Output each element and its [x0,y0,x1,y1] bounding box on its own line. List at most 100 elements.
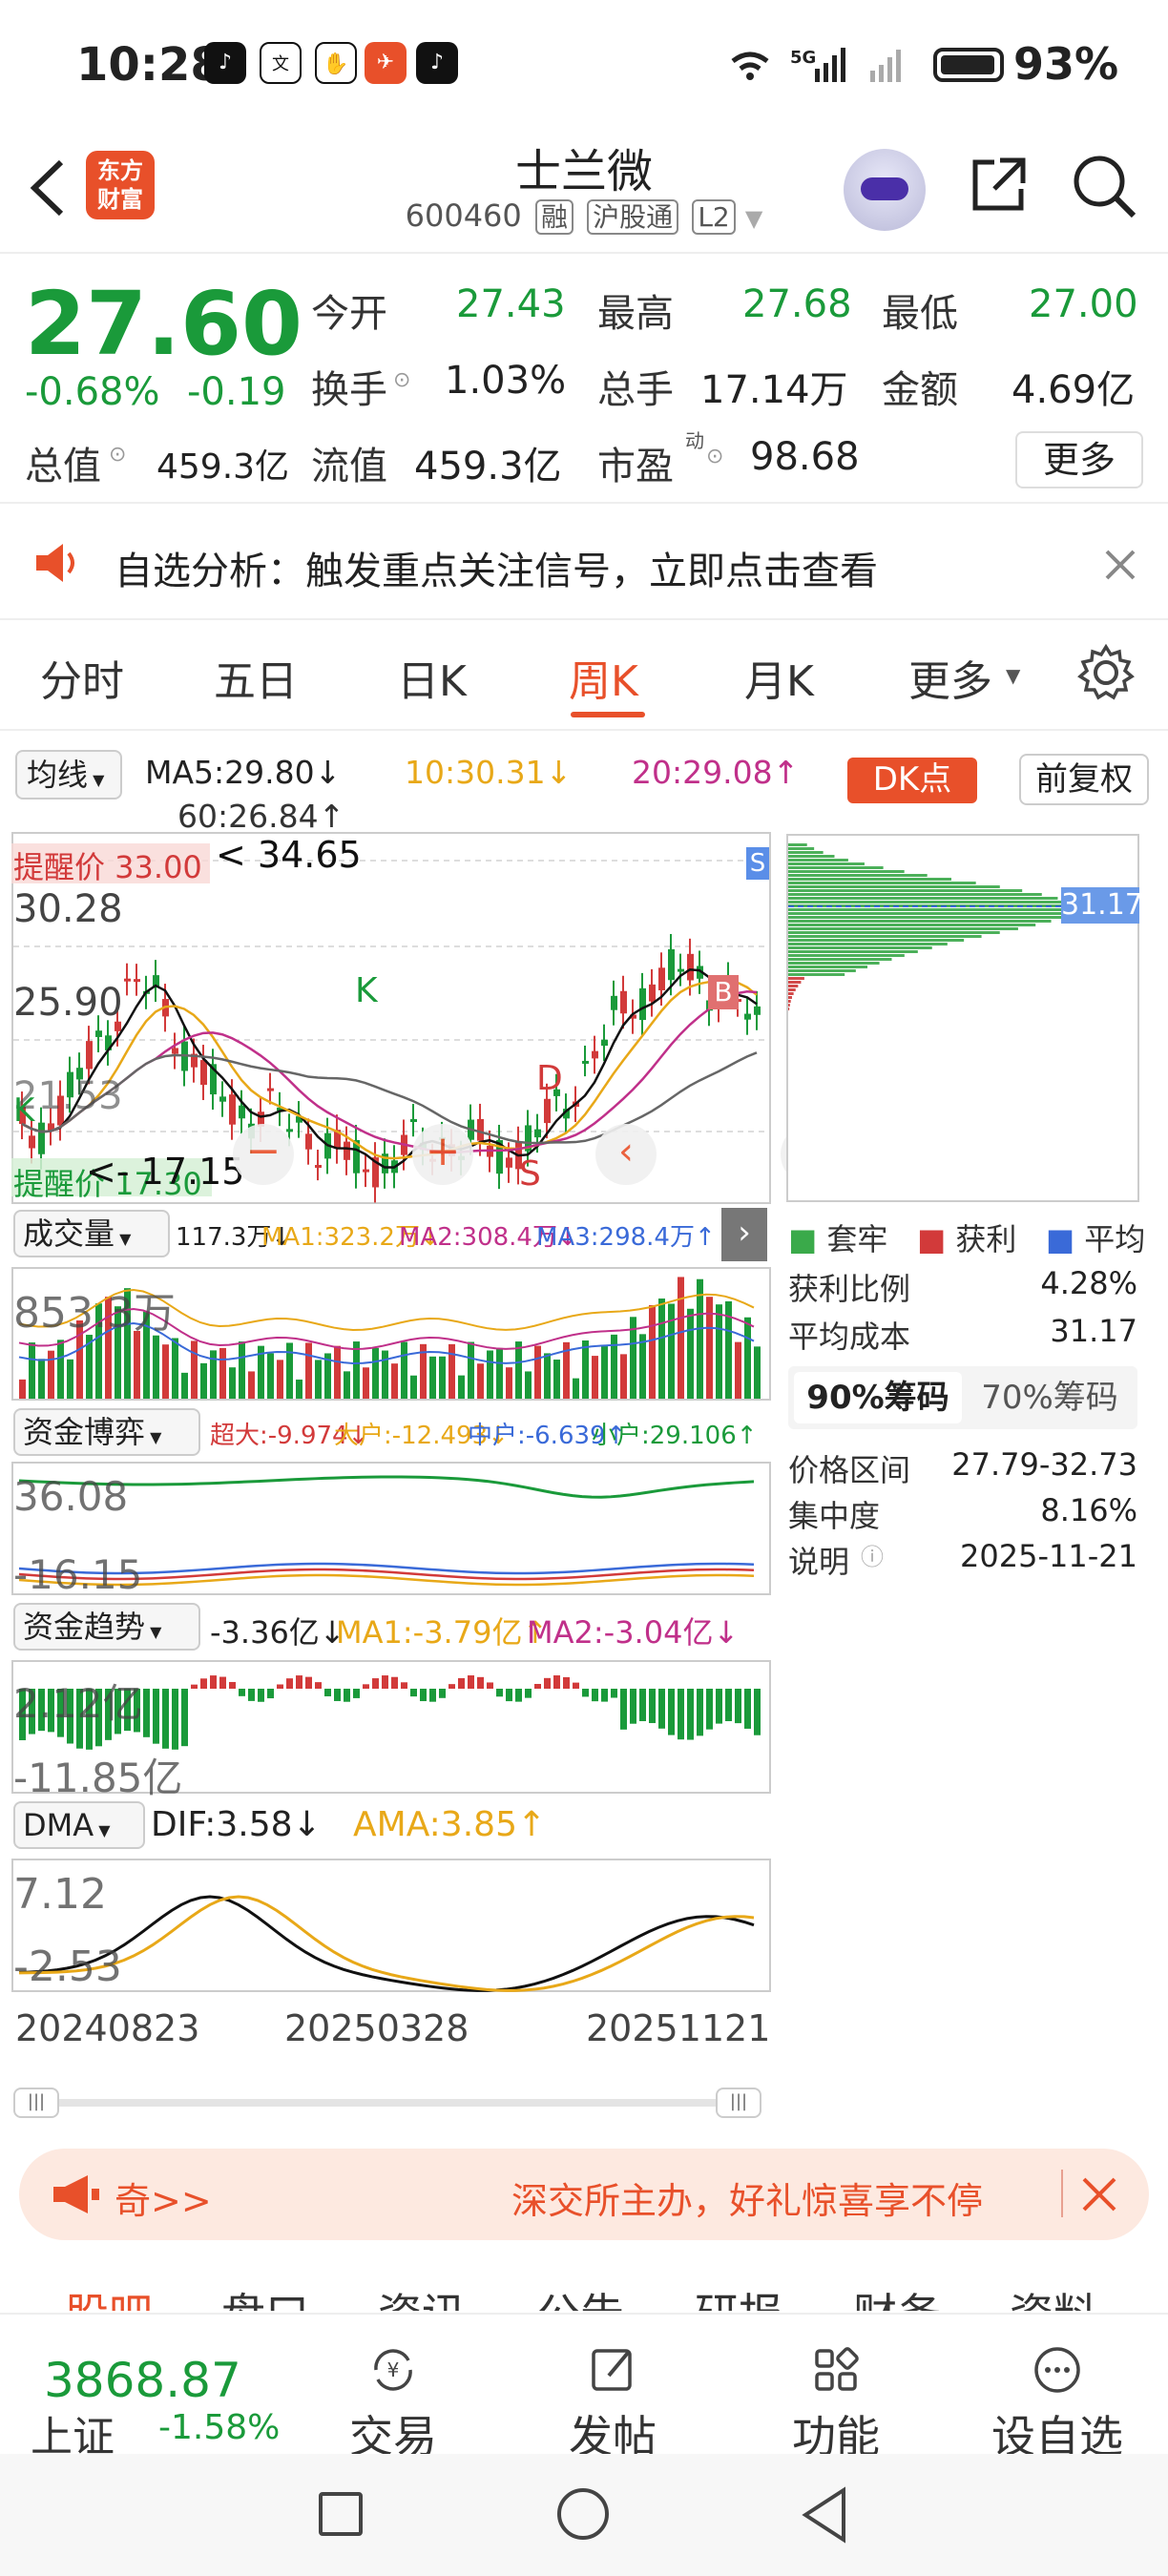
expand-arrow-icon[interactable]: › [721,1208,767,1261]
volume-bar [754,1346,761,1399]
legend-profit: 获利 [955,1221,1017,1257]
fund-game-axis-top: 36.08 [13,1473,129,1520]
tab-pankou[interactable]: 盘口 [221,2280,309,2311]
chip-bar [788,897,1058,900]
info-icon-2[interactable]: ⊙ [109,443,126,467]
tab-guba[interactable]: 股吧 [65,2280,153,2311]
post-button[interactable]: 发帖 [527,2343,699,2465]
fund-trend-bar [630,1689,636,1724]
chip-bar [788,874,928,877]
volume-bar [487,1350,493,1399]
pe-label: 市盈 [597,445,674,488]
dk-button[interactable]: DK点 [847,758,977,803]
candle-body [134,979,140,983]
chart-scrollbar[interactable]: ||| ||| [13,2084,767,2122]
fq-button[interactable]: 前复权 [1019,754,1149,805]
banner-close-icon[interactable] [1080,2175,1118,2213]
add-watchlist-button[interactable]: 设自选 [971,2343,1143,2465]
volume-bar [601,1346,608,1399]
volume-axis: 853.3万 [13,1289,176,1338]
tab-week-k[interactable]: 周K [569,647,638,708]
trade-button[interactable]: ¥ 交易 [307,2343,479,2465]
speaker-icon [36,544,74,582]
volume-bar [477,1363,484,1399]
fund-trend-bar [639,1689,646,1722]
mktcap-value: 459.3亿 [156,447,290,487]
share-icon[interactable] [966,151,1032,218]
tab-research[interactable]: 研报 [695,2280,782,2311]
tab-finance[interactable]: 财务 [853,2280,941,2311]
back-triangle-icon[interactable] [800,2486,849,2544]
fund-trend-bar [372,1678,379,1689]
fund-trend-bar [534,1683,541,1689]
search-icon[interactable] [1069,151,1139,221]
fund-trend-bar [573,1682,579,1689]
tab-month-k[interactable]: 月K [744,647,814,708]
info-icon[interactable]: ⊙ [393,368,410,392]
dma-select[interactable]: DMA ▼ [13,1801,145,1849]
scroll-left-button[interactable]: ‹ [595,1124,657,1185]
volume-select[interactable]: 成交量 ▼ [13,1210,170,1257]
candle-body [506,1157,512,1168]
info-icon-3[interactable]: ⊙ [706,445,723,468]
scroll-handle-right[interactable]: ||| [716,2088,761,2118]
chip-bar [788,981,802,984]
fund-trend-bar [391,1676,398,1689]
chip-bar [788,862,865,865]
volume-bar [296,1379,302,1399]
index-ticker[interactable]: 3868.87 上证 -1.58% [0,2315,286,2462]
kline-chart[interactable] [11,832,771,1204]
chip-bar [788,851,824,854]
svg-text:¥: ¥ [387,2358,400,2381]
fund-trend-bar [697,1689,703,1736]
scroll-handle-left[interactable]: ||| [13,2088,59,2118]
more-button[interactable]: 更多 [1015,431,1143,488]
fund-trend-bar [162,1689,169,1749]
tab-chip-70[interactable]: 70%筹码 [966,1372,1134,1423]
chip-bar [788,1004,790,1007]
tab-day-k[interactable]: 日K [397,647,467,708]
tab-5day[interactable]: 五日 [214,647,298,708]
volume-bar [506,1367,512,1399]
robot-avatar-icon[interactable] [844,149,926,231]
home-icon[interactable] [557,2488,609,2540]
tab-minute[interactable]: 分时 [40,647,124,708]
tab-more[interactable]: 更多 [908,647,992,708]
close-icon[interactable] [1101,546,1139,584]
fund-trend-bar [439,1689,446,1698]
chip-bar [788,969,856,972]
fund-trend-bar [248,1689,255,1701]
bottom-toolbar: 3868.87 上证 -1.58% ¥ 交易 发帖 功能 设自选 [0,2313,1168,2462]
tab-news[interactable]: 资讯 [378,2280,466,2311]
fund-trend-select[interactable]: 资金趋势 ▼ [13,1603,200,1651]
tag-connect: 沪股通 [587,199,679,235]
volume-bar [658,1298,665,1399]
pe-value: 98.68 [750,435,860,479]
battery-icon [933,48,1004,82]
settings-gear-icon[interactable] [1076,643,1136,702]
chevron-down-icon[interactable]: ▼ [745,205,762,232]
fund-trend-bar [487,1682,493,1689]
volume-bar [735,1341,741,1399]
fund-trend-bar [258,1689,264,1702]
promo-banner[interactable]: 奇>> 深交所主办，好礼惊喜享不停 [19,2149,1149,2240]
fund-trend-bar [344,1689,350,1702]
chip-bar [788,1000,791,1003]
notice-bar[interactable]: 自选分析：触发重点关注信号，立即点击查看 [0,502,1168,620]
zoom-out-button[interactable]: − [233,1124,294,1185]
tab-profile[interactable]: 资料 [1010,2280,1097,2311]
fund-trend-bar [305,1676,312,1689]
ma-select[interactable]: 均线 ▼ [15,750,122,800]
fund-game-select[interactable]: 资金博弈 ▼ [13,1408,200,1456]
tab-chip-90[interactable]: 90%筹码 [794,1372,962,1423]
fund-trend-bar [324,1689,331,1696]
banner-left-text: 奇>> [115,2180,212,2222]
fund-trend-bar [678,1689,684,1740]
function-button[interactable]: 功能 [750,2343,922,2465]
recent-apps-icon[interactable] [319,2492,363,2536]
open-value: 27.43 [456,282,566,326]
tab-announce[interactable]: 公告 [536,2280,624,2311]
candle-body [744,1013,751,1020]
info-icon-4[interactable]: ⓘ [861,1538,884,1571]
zoom-in-button[interactable]: + [412,1124,473,1185]
